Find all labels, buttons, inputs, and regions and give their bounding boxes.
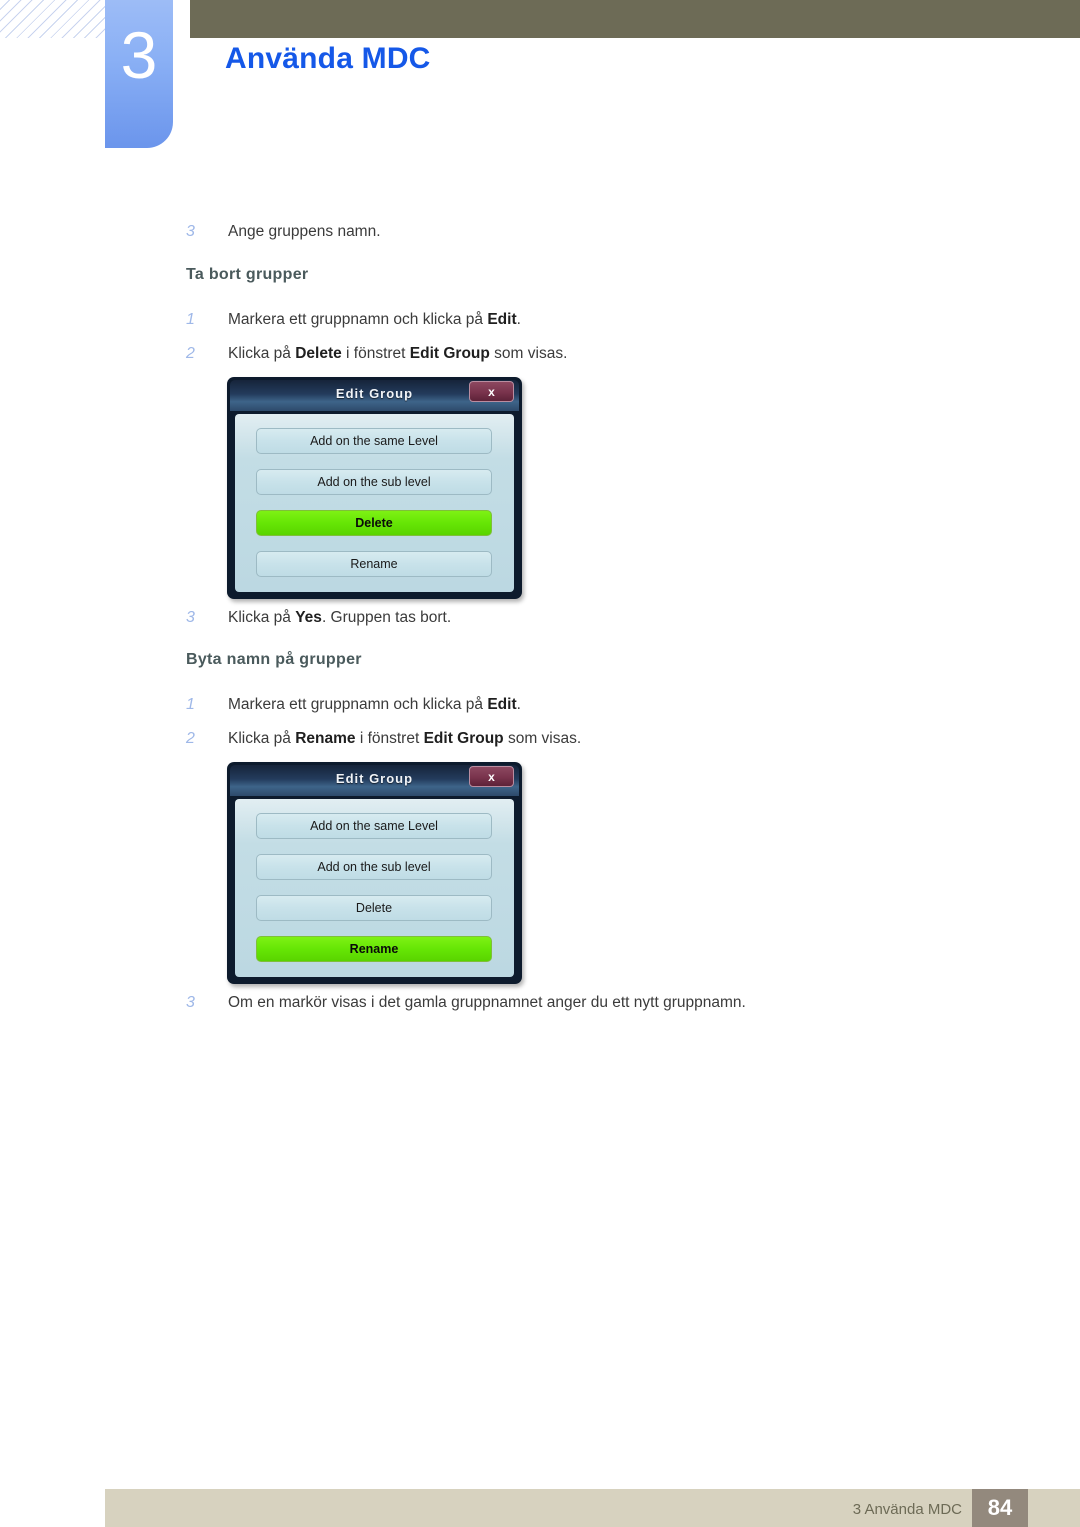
step-marker: 3 <box>186 994 195 1011</box>
dialog-titlebar: Edit Group x <box>230 765 519 796</box>
step-text: Ange gruppens namn. <box>228 223 381 240</box>
close-icon[interactable]: x <box>469 766 514 787</box>
list-item: 1 Markera ett gruppnamn och klicka på Ed… <box>186 310 946 330</box>
list-item: 3 Om en markör visas i det gamla gruppna… <box>186 993 1046 1013</box>
chapter-number: 3 <box>120 18 158 92</box>
dialog-body: Add on the same Level Add on the sub lev… <box>235 799 514 977</box>
step-text: Klicka på Rename i fönstret Edit Group s… <box>228 730 582 747</box>
step-text: Markera ett gruppnamn och klicka på Edit… <box>228 311 521 328</box>
step-text: Om en markör visas i det gamla gruppnamn… <box>228 994 746 1011</box>
edit-group-dialog-rename[interactable]: Edit Group x Add on the same Level Add o… <box>227 762 522 984</box>
dialog-body: Add on the same Level Add on the sub lev… <box>235 414 514 592</box>
edit-group-dialog-delete[interactable]: Edit Group x Add on the same Level Add o… <box>227 377 522 599</box>
step-marker: 3 <box>186 223 195 240</box>
dialog-titlebar: Edit Group x <box>230 380 519 411</box>
step-marker: 1 <box>186 696 195 713</box>
step-marker: 1 <box>186 311 195 328</box>
list-item: 3 Ange gruppens namn. <box>186 222 946 242</box>
close-icon[interactable]: x <box>469 381 514 402</box>
list-item: 1 Markera ett gruppnamn och klicka på Ed… <box>186 695 946 715</box>
step-text: Markera ett gruppnamn och klicka på Edit… <box>228 696 521 713</box>
list-item: 3 Klicka på Yes. Gruppen tas bort. <box>186 608 946 628</box>
section-heading-rename: Byta namn på grupper <box>186 651 362 668</box>
footer-breadcrumb: 3 Använda MDC <box>852 1501 962 1518</box>
page-title: Använda MDC <box>225 42 431 75</box>
step-text: Klicka på Delete i fönstret Edit Group s… <box>228 345 568 362</box>
list-item: 2 Klicka på Delete i fönstret Edit Group… <box>186 344 946 364</box>
add-on-sub-level-button[interactable]: Add on the sub level <box>256 469 492 495</box>
rename-button[interactable]: Rename <box>256 936 492 962</box>
decorative-hatch-pattern <box>0 0 108 38</box>
list-item: 2 Klicka på Rename i fönstret Edit Group… <box>186 729 946 749</box>
add-on-same-level-button[interactable]: Add on the same Level <box>256 813 492 839</box>
chapter-number-tab: 3 <box>105 0 173 148</box>
delete-button[interactable]: Delete <box>256 895 492 921</box>
section-heading-delete: Ta bort grupper <box>186 266 309 283</box>
delete-button[interactable]: Delete <box>256 510 492 536</box>
header-bar <box>190 0 1080 38</box>
page-number: 84 <box>972 1489 1028 1527</box>
step-marker: 2 <box>186 345 195 362</box>
rename-button[interactable]: Rename <box>256 551 492 577</box>
add-on-same-level-button[interactable]: Add on the same Level <box>256 428 492 454</box>
step-text: Klicka på Yes. Gruppen tas bort. <box>228 609 452 626</box>
step-marker: 2 <box>186 730 195 747</box>
step-marker: 3 <box>186 609 195 626</box>
add-on-sub-level-button[interactable]: Add on the sub level <box>256 854 492 880</box>
